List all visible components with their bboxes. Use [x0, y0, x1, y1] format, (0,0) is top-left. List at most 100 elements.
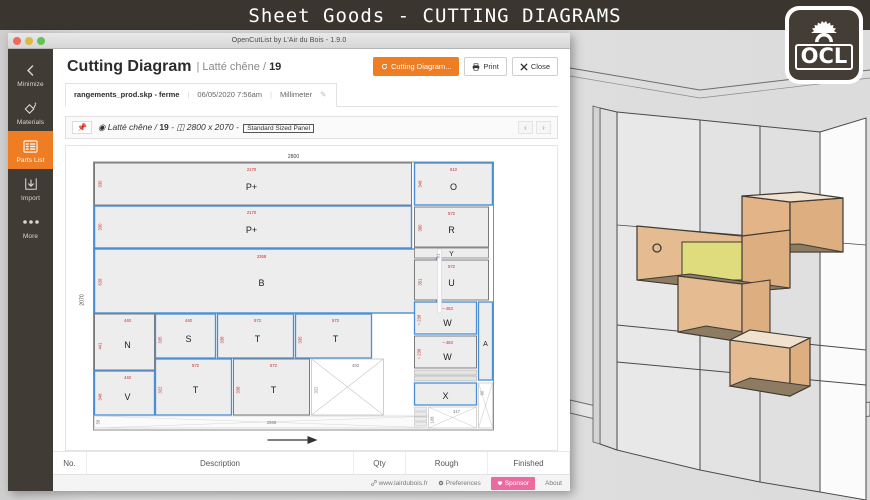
page-subtitle: | Latté chêne / 19 — [196, 61, 281, 73]
part-U[interactable]: 572 351 U — [414, 259, 489, 301]
part-T-3[interactable]: 572 322 T — [154, 358, 233, 416]
page-subtitle-material: Latté chêne — [202, 60, 260, 73]
svg-text:T: T — [333, 334, 339, 344]
standard-panel-badge: Standard Sized Panel — [243, 124, 315, 133]
website-link-label: www.lairdubois.fr — [378, 479, 428, 487]
svg-text:~ 463: ~ 463 — [442, 340, 453, 345]
part-A[interactable]: A — [477, 301, 494, 381]
svg-text:351: 351 — [418, 278, 423, 286]
svg-text:317: 317 — [453, 409, 461, 414]
breadcrumb-nav[interactable]: ‹ › — [518, 121, 551, 134]
panel-height-label: 2070 — [80, 294, 86, 306]
cutting-diagram-card[interactable]: 2800 2070 2170 330 P+ 2170 330 P+ 2368 6… — [65, 145, 558, 451]
part-W-1[interactable]: ~ 463 ~ 238 W — [413, 301, 478, 335]
breadcrumb-slash: / — [154, 122, 157, 132]
preferences-link[interactable]: Preferences — [438, 480, 481, 487]
print-button[interactable]: Print — [464, 57, 507, 76]
about-link[interactable]: About — [545, 480, 562, 487]
svg-text:2170: 2170 — [247, 210, 257, 215]
svg-text:90: 90 — [480, 390, 485, 395]
poster-title: Sheet Goods - CUTTING DIAGRAMS — [0, 0, 870, 32]
svg-text:348: 348 — [98, 393, 103, 401]
sidebar[interactable]: Minimize Materials Parts List Import Mor… — [8, 49, 53, 491]
cutting-diagram-svg[interactable]: 2800 2070 2170 330 P+ 2170 330 P+ 2368 6… — [68, 150, 555, 450]
window-titlebar[interactable]: OpenCutList by L'Air du Bois - 1.9.0 — [8, 33, 570, 49]
part-S[interactable]: 440 335 S — [154, 313, 217, 359]
svg-text:610: 610 — [450, 167, 458, 172]
offcut-493: 493 322 — [311, 358, 384, 416]
breadcrumb-count: 19 — [159, 122, 169, 132]
page-subtitle-count: 19 — [269, 60, 282, 73]
part-B[interactable]: 2368 628 B — [93, 248, 438, 314]
sidebar-item-parts-list[interactable]: Parts List — [8, 131, 53, 169]
svg-text:Y: Y — [449, 251, 454, 258]
content-area: Cutting Diagram | Latté chêne / 19 Cutti… — [53, 49, 570, 491]
gear-icon — [438, 480, 443, 486]
file-timestamp: 06/05/2020 7:56am — [197, 90, 263, 99]
parts-table-header: No. Description Qty Rough Finished — [53, 451, 570, 474]
next-panel-button[interactable]: › — [536, 121, 551, 134]
file-unit: Millimeter — [280, 90, 313, 99]
offcut-90: 90 — [478, 382, 493, 429]
part-T-1[interactable]: 572 338 T — [216, 313, 295, 359]
app-footer[interactable]: www.lairdubois.fr Preferences Sponsor Ab… — [53, 474, 570, 491]
ocl-logo: OCL — [785, 6, 863, 84]
page-title: Cutting Diagram — [67, 57, 192, 75]
sidebar-item-minimize[interactable]: Minimize — [8, 55, 53, 93]
about-link-label: About — [545, 479, 562, 487]
column-header-no: No. — [53, 452, 87, 474]
pencil-icon[interactable]: ✎ — [320, 90, 326, 99]
svg-text:572: 572 — [332, 318, 340, 323]
svg-text:108: 108 — [430, 416, 435, 424]
sidebar-item-more[interactable]: More — [8, 207, 53, 245]
part-Y[interactable]: Y — [414, 247, 489, 259]
svg-text:335: 335 — [158, 336, 163, 344]
chevron-left-icon — [8, 61, 53, 79]
svg-text:335: 335 — [298, 336, 303, 344]
svg-text:380: 380 — [418, 224, 423, 232]
part-W-2[interactable]: ~ 463 ~ 238 W — [414, 335, 477, 369]
svg-text:2368: 2368 — [257, 254, 267, 259]
header-actions[interactable]: Cutting Diagram... Print Close — [372, 57, 558, 76]
svg-text:R: R — [448, 225, 455, 235]
column-header-rough: Rough — [406, 452, 488, 474]
part-T-2[interactable]: 572 335 T — [294, 313, 373, 359]
file-tab[interactable]: rangements_prod.skp - ferme | 06/05/2020… — [65, 83, 338, 107]
saw-blade-icon — [811, 20, 837, 42]
part-N[interactable]: 440 441 N — [94, 313, 155, 371]
part-O[interactable]: 610 348 O — [413, 162, 494, 206]
part-X[interactable]: X — [413, 382, 478, 406]
svg-text:322: 322 — [314, 386, 319, 394]
svg-text:W: W — [443, 318, 452, 328]
website-link[interactable]: www.lairdubois.fr — [370, 479, 428, 487]
heart-icon — [497, 481, 502, 486]
offcut-317: 317 108 — [428, 406, 477, 429]
file-name: rangements_prod.skp - ferme — [74, 90, 180, 99]
opencutlist-window[interactable]: OpenCutList by L'Air du Bois - 1.9.0 Min… — [8, 33, 570, 491]
sidebar-item-import[interactable]: Import — [8, 169, 53, 207]
pin-icon[interactable]: 📌 — [72, 121, 92, 134]
part-P+-2[interactable]: 2170 330 P+ — [93, 205, 413, 249]
grain-direction-arrow — [267, 436, 318, 444]
panel-width-label: 2800 — [288, 154, 300, 160]
breadcrumb-dash-2: - — [235, 122, 239, 132]
sponsor-button[interactable]: Sponsor — [490, 476, 535, 490]
breadcrumb-size: 2800 x 2070 — [186, 122, 234, 132]
part-T-4[interactable]: 572 338 T — [233, 358, 310, 416]
page-header: Cutting Diagram | Latté chêne / 19 Cutti… — [53, 49, 570, 82]
panel-size-icon: ◫ — [176, 122, 185, 132]
svg-text:572: 572 — [254, 318, 262, 323]
prev-panel-button[interactable]: ‹ — [518, 121, 533, 134]
link-icon — [370, 480, 377, 486]
cutting-diagram-button[interactable]: Cutting Diagram... — [372, 57, 460, 76]
sidebar-item-materials[interactable]: Materials — [8, 93, 53, 131]
svg-text:440: 440 — [124, 375, 132, 380]
part-V[interactable]: 440 348 V — [93, 370, 156, 416]
close-button[interactable]: Close — [511, 57, 558, 76]
breadcrumb-dash-1: - — [171, 122, 175, 132]
part-P+-1[interactable]: 2170 330 P+ — [94, 162, 412, 206]
svg-text:V: V — [124, 392, 130, 402]
part-R[interactable]: 572 380 R — [414, 206, 489, 248]
svg-text:~ 238: ~ 238 — [417, 314, 422, 325]
sidebar-label-minimize: Minimize — [17, 81, 44, 88]
